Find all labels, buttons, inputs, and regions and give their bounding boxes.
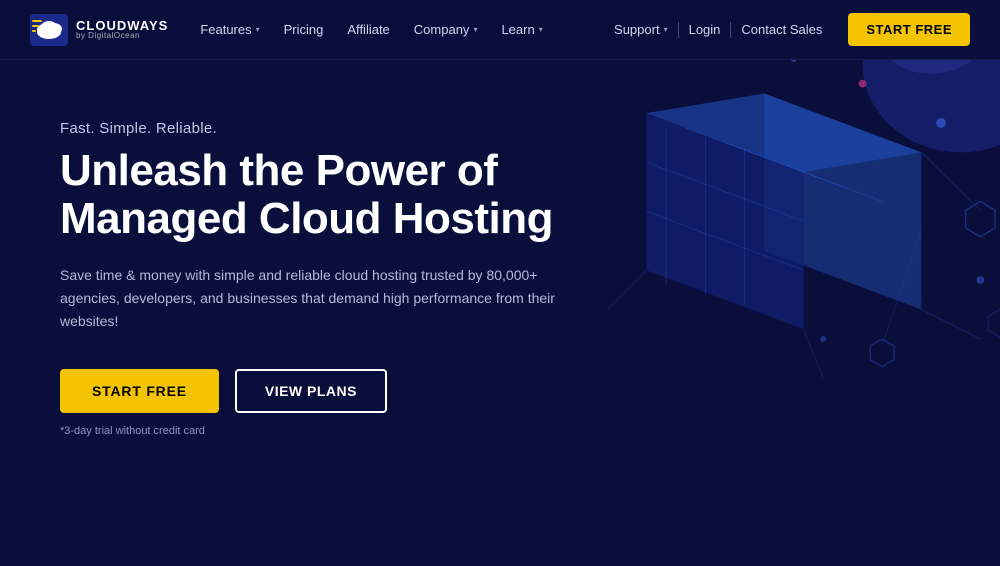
- hero-tagline: Fast. Simple. Reliable.: [60, 120, 560, 137]
- trial-note: *3-day trial without credit card: [60, 425, 560, 437]
- hero-title-line2: Managed Cloud Hosting: [60, 194, 553, 243]
- brand-sub: by DigitalOcean: [76, 32, 168, 40]
- hero-buttons: START FREE VIEW PLANS: [60, 369, 560, 413]
- nav-left: CLOUDWAYS by DigitalOcean Features ▾ Pri…: [30, 14, 543, 46]
- nav-affiliate[interactable]: Affiliate: [347, 22, 389, 37]
- navbar: CLOUDWAYS by DigitalOcean Features ▾ Pri…: [0, 0, 1000, 60]
- nav-contact-sales[interactable]: Contact Sales: [731, 22, 832, 37]
- nav-right-links: Support ▾ Login Contact Sales: [604, 22, 832, 38]
- nav-links: Features ▾ Pricing Affiliate Company ▾ L…: [200, 22, 542, 37]
- nav-right: Support ▾ Login Contact Sales START FREE: [604, 13, 970, 46]
- logo[interactable]: CLOUDWAYS by DigitalOcean: [30, 14, 168, 46]
- hero-view-plans-button[interactable]: VIEW PLANS: [235, 369, 387, 413]
- chevron-down-icon: ▾: [664, 25, 668, 34]
- nav-support[interactable]: Support ▾: [604, 22, 678, 37]
- hero-start-free-button[interactable]: START FREE: [60, 369, 219, 413]
- logo-icon: [30, 14, 68, 46]
- nav-start-free-button[interactable]: START FREE: [848, 13, 970, 46]
- hero-description: Save time & money with simple and reliab…: [60, 264, 560, 333]
- logo-text: CLOUDWAYS by DigitalOcean: [76, 19, 168, 40]
- nav-pricing[interactable]: Pricing: [284, 22, 324, 37]
- chevron-down-icon: ▾: [473, 25, 477, 34]
- nav-features[interactable]: Features ▾: [200, 22, 259, 37]
- chevron-down-icon: ▾: [539, 25, 543, 34]
- nav-learn[interactable]: Learn ▾: [501, 22, 542, 37]
- nav-company[interactable]: Company ▾: [414, 22, 478, 37]
- hero-title: Unleash the Power of Managed Cloud Hosti…: [60, 147, 560, 244]
- hero-title-line1: Unleash the Power of: [60, 146, 497, 195]
- chevron-down-icon: ▾: [256, 25, 260, 34]
- hero-section: Fast. Simple. Reliable. Unleash the Powe…: [0, 60, 600, 477]
- nav-login[interactable]: Login: [679, 22, 731, 37]
